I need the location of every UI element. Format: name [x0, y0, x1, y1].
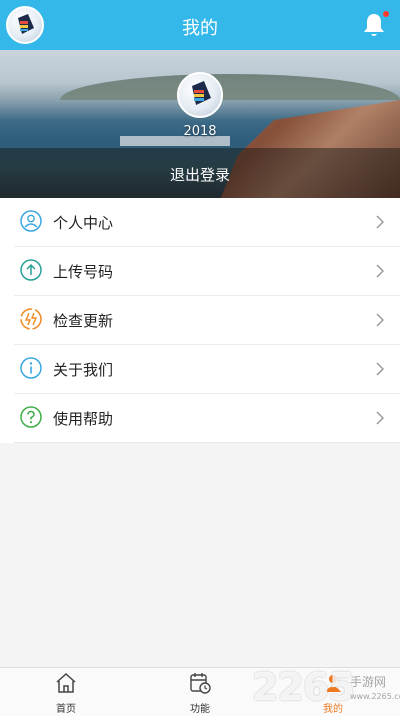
tab-label: 首页: [56, 704, 76, 715]
profile-banner: 2018 退出登录: [0, 50, 400, 198]
tab-label: 我的: [323, 704, 343, 715]
username: 2018: [183, 124, 217, 139]
page-title: 我的: [182, 18, 218, 39]
menu-item-about-us[interactable]: 关于我们: [14, 345, 400, 394]
user-icon: [20, 210, 42, 232]
notification-badge: [383, 11, 389, 17]
menu-item-label: 检查更新: [53, 312, 114, 330]
help-icon: [20, 406, 42, 428]
home-icon: [56, 672, 76, 693]
tab-home[interactable]: 首页: [26, 668, 106, 716]
chevron-right-icon: [376, 215, 384, 229]
logout-button[interactable]: 退出登录: [0, 164, 400, 185]
bottom-tab-bar: 首页 功能 我的: [0, 667, 400, 716]
update-icon: [20, 308, 42, 330]
menu-item-label: 使用帮助: [53, 410, 114, 428]
menu-item-label: 关于我们: [53, 361, 114, 379]
info-icon: [20, 357, 42, 379]
user-icon: [325, 675, 341, 692]
menu-item-check-update[interactable]: 检查更新: [14, 296, 400, 345]
menu-item-label: 个人中心: [53, 214, 114, 232]
tab-mine[interactable]: 我的: [293, 668, 373, 716]
calendar-clock-icon: [190, 673, 211, 694]
avatar[interactable]: [177, 72, 223, 118]
menu-item-label: 上传号码: [53, 263, 114, 281]
chevron-right-icon: [376, 362, 384, 376]
notification-bell-icon[interactable]: [362, 12, 386, 38]
chevron-right-icon: [376, 411, 384, 425]
tab-label: 功能: [190, 704, 210, 715]
upload-icon: [20, 259, 42, 281]
top-bar: 我的: [0, 0, 400, 50]
avatar-graphic: [192, 81, 211, 105]
tab-features[interactable]: 功能: [160, 668, 240, 716]
settings-menu: 个人中心 上传号码 检查更新 关于我们 使用帮助: [0, 198, 400, 443]
menu-item-profile[interactable]: 个人中心: [14, 198, 400, 247]
menu-item-help[interactable]: 使用帮助: [14, 394, 400, 443]
menu-item-upload-number[interactable]: 上传号码: [14, 247, 400, 296]
chevron-right-icon: [376, 264, 384, 278]
chevron-right-icon: [376, 313, 384, 327]
